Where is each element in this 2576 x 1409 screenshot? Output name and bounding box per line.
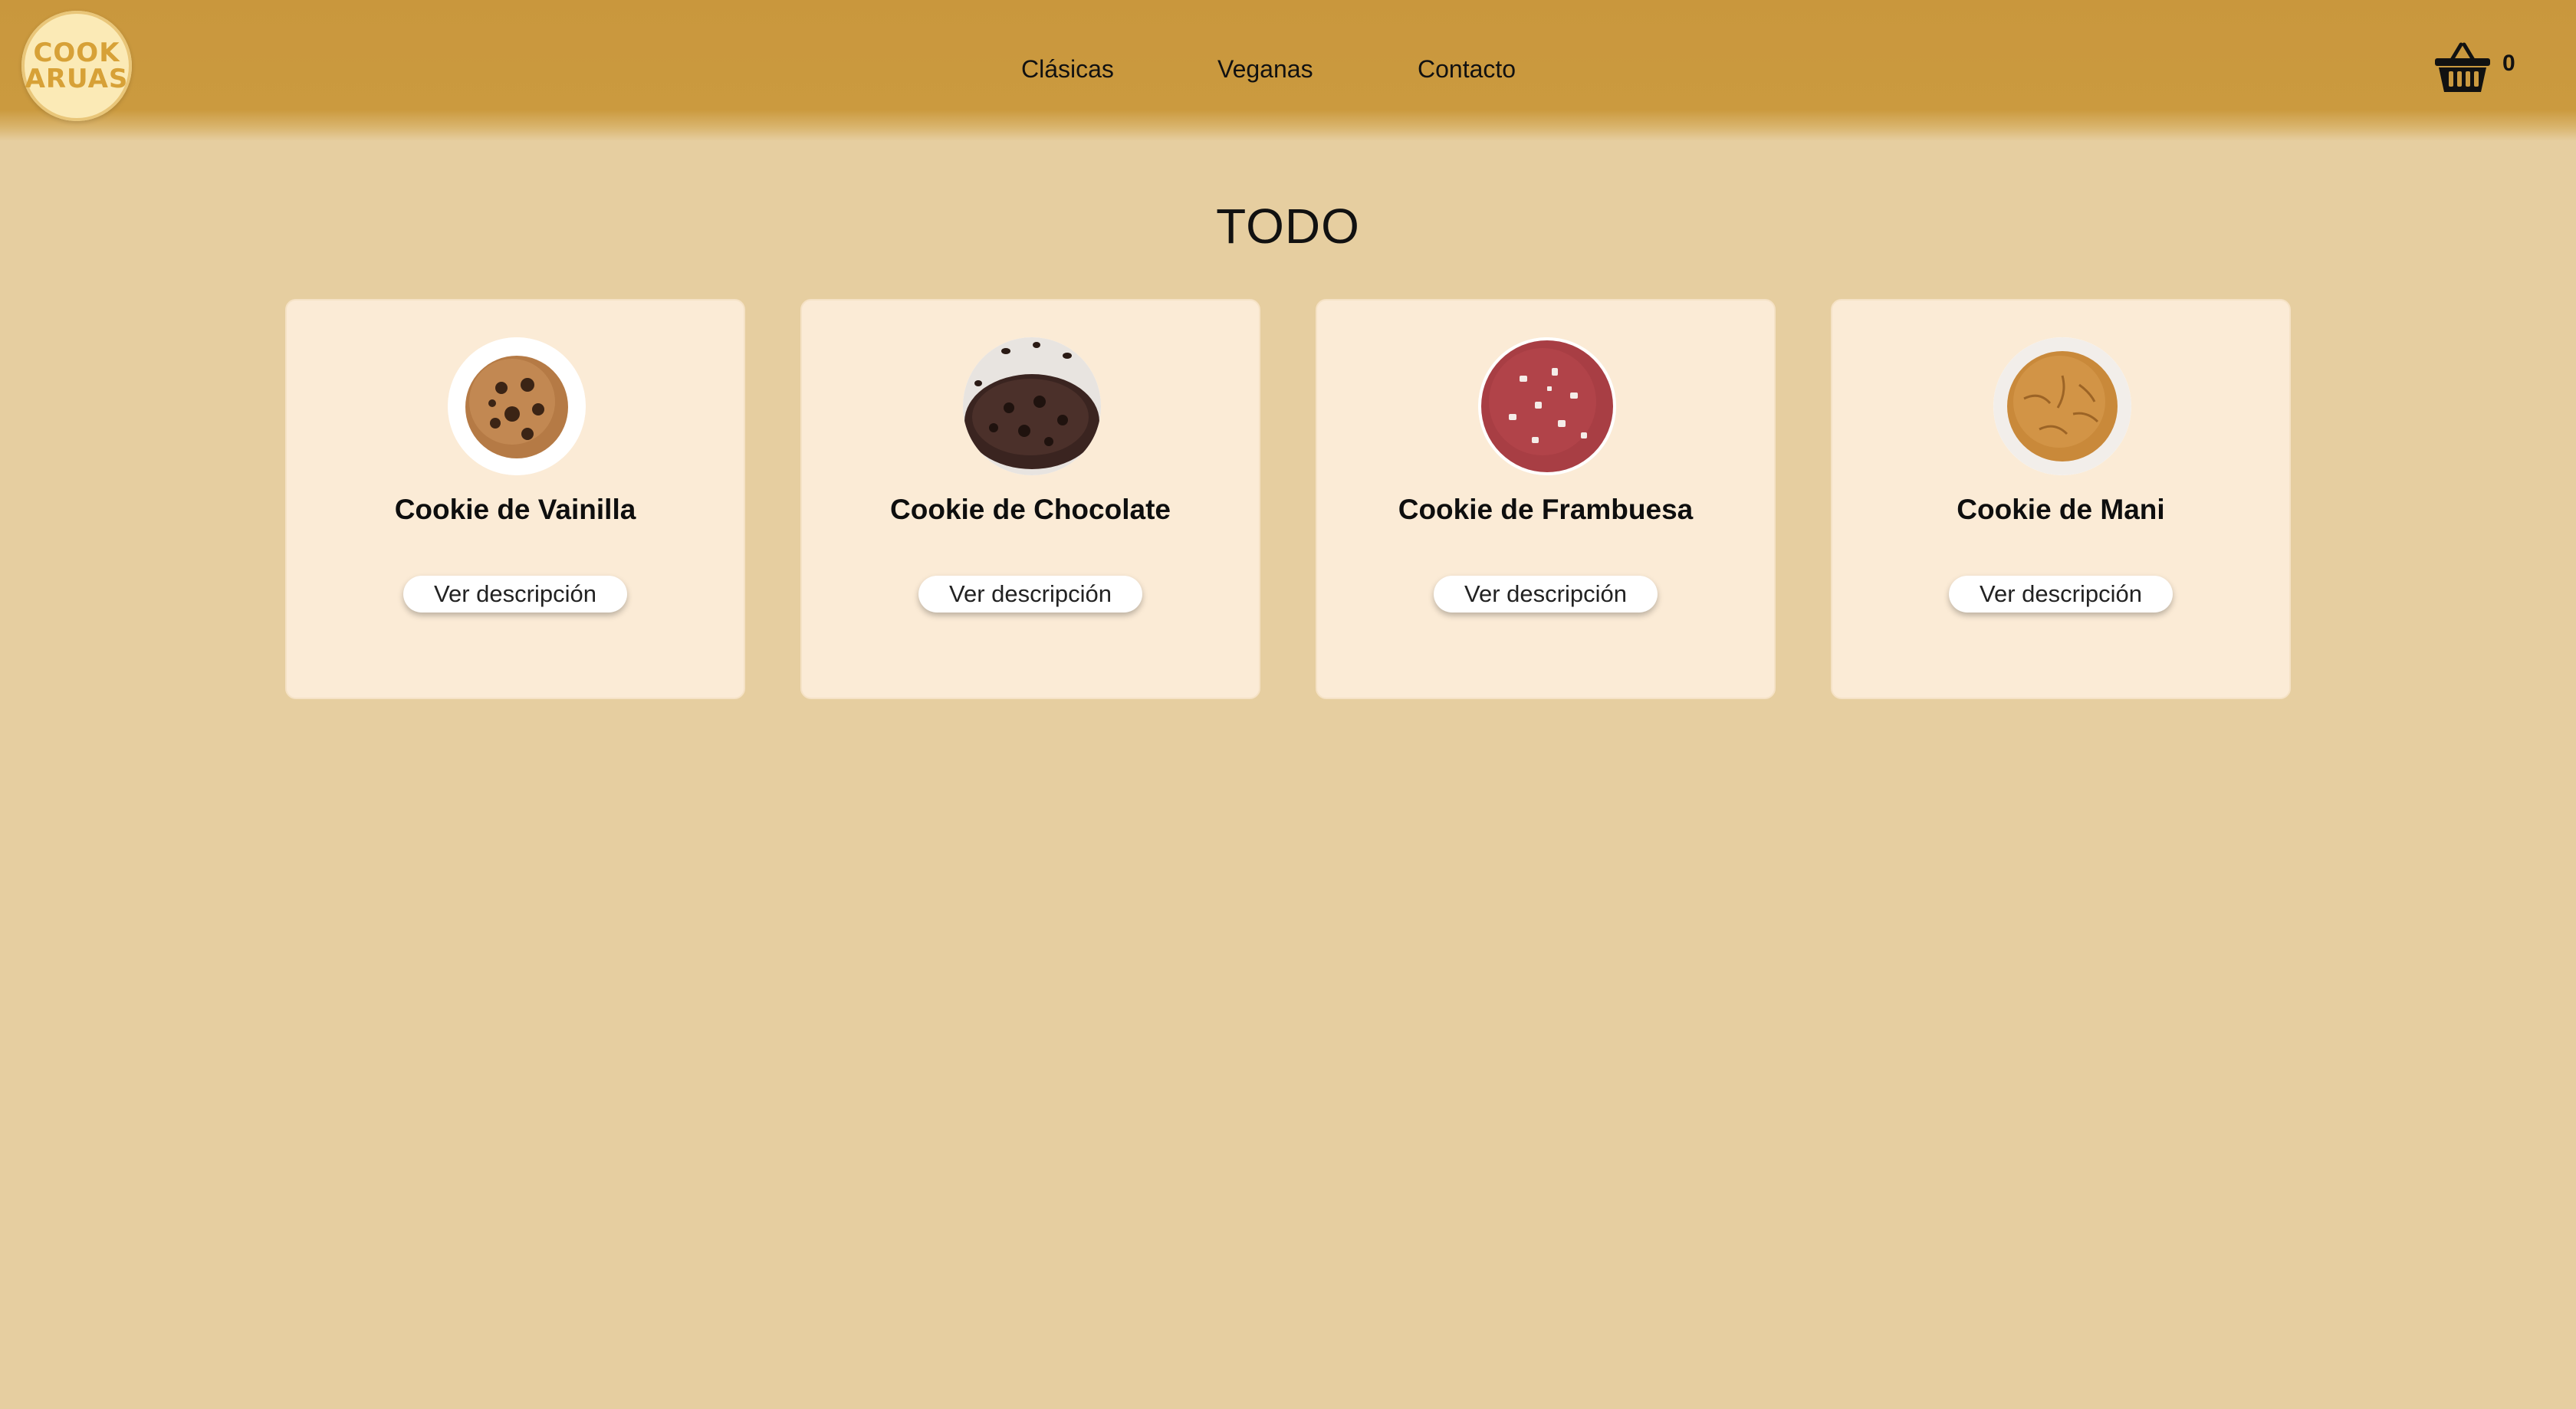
nav-item-veganas[interactable]: Veganas [1217,48,1313,90]
raspberry-cookie-image [1478,337,1616,475]
site-header: COOK ARUAS Clásicas Veganas Contacto 0 [0,0,2576,141]
view-description-button[interactable]: Ver descripción [1949,576,2173,613]
product-name: Cookie de Chocolate [890,494,1171,525]
view-description-button[interactable]: Ver descripción [1434,576,1658,613]
vanilla-cookie-image [448,337,586,475]
main-nav: Clásicas Veganas Contacto [0,48,2576,90]
peanut-cookie-image [1993,337,2131,475]
product-name: Cookie de Mani [1957,494,2165,525]
view-description-button[interactable]: Ver descripción [918,576,1142,613]
product-grid: Cookie de Vainilla Ver descripción Cooki… [285,299,2291,701]
cart-count-badge: 0 [2502,51,2515,76]
nav-item-contacto[interactable]: Contacto [1418,48,1516,90]
product-card: Cookie de Chocolate Ver descripción [800,299,1260,699]
view-description-button[interactable]: Ver descripción [403,576,627,613]
product-card: Cookie de Vainilla Ver descripción [285,299,745,699]
product-card: Cookie de Mani Ver descripción [1831,299,2291,699]
page-title: TODO [1216,199,1360,254]
product-name: Cookie de Vainilla [394,494,636,525]
cart-button[interactable]: 0 [2433,38,2516,98]
basket-icon [2435,42,2490,92]
product-card: Cookie de Frambuesa Ver descripción [1316,299,1776,699]
nav-item-clasicas[interactable]: Clásicas [1021,48,1114,90]
product-name: Cookie de Frambuesa [1398,494,1694,525]
chocolate-cookie-image [963,337,1101,475]
